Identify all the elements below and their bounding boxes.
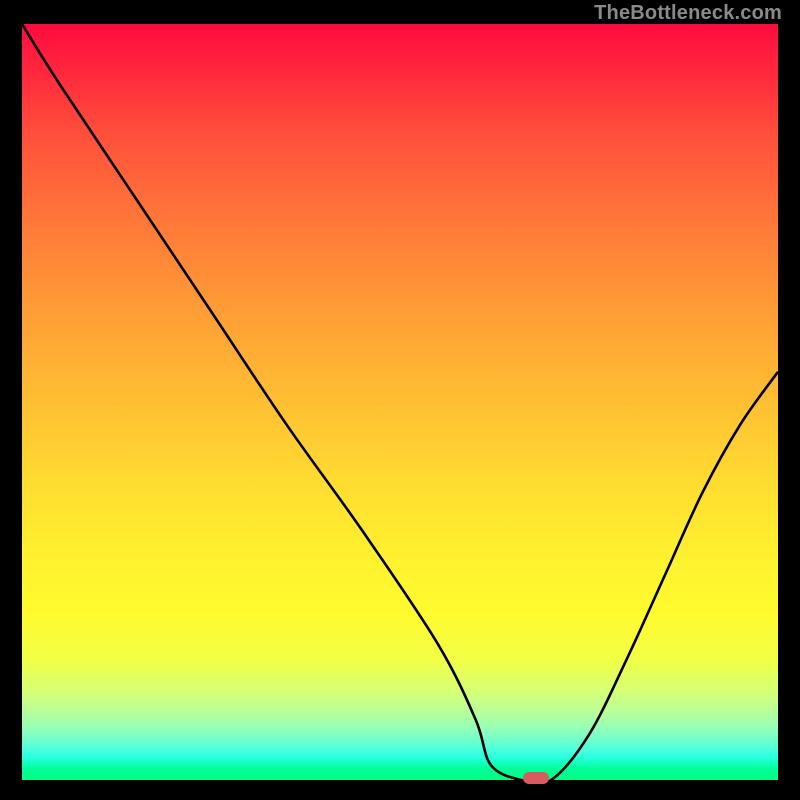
- chart-area: [22, 24, 778, 780]
- bottleneck-curve: [22, 24, 778, 780]
- watermark-text: TheBottleneck.com: [594, 2, 782, 25]
- optimal-marker: [523, 772, 549, 784]
